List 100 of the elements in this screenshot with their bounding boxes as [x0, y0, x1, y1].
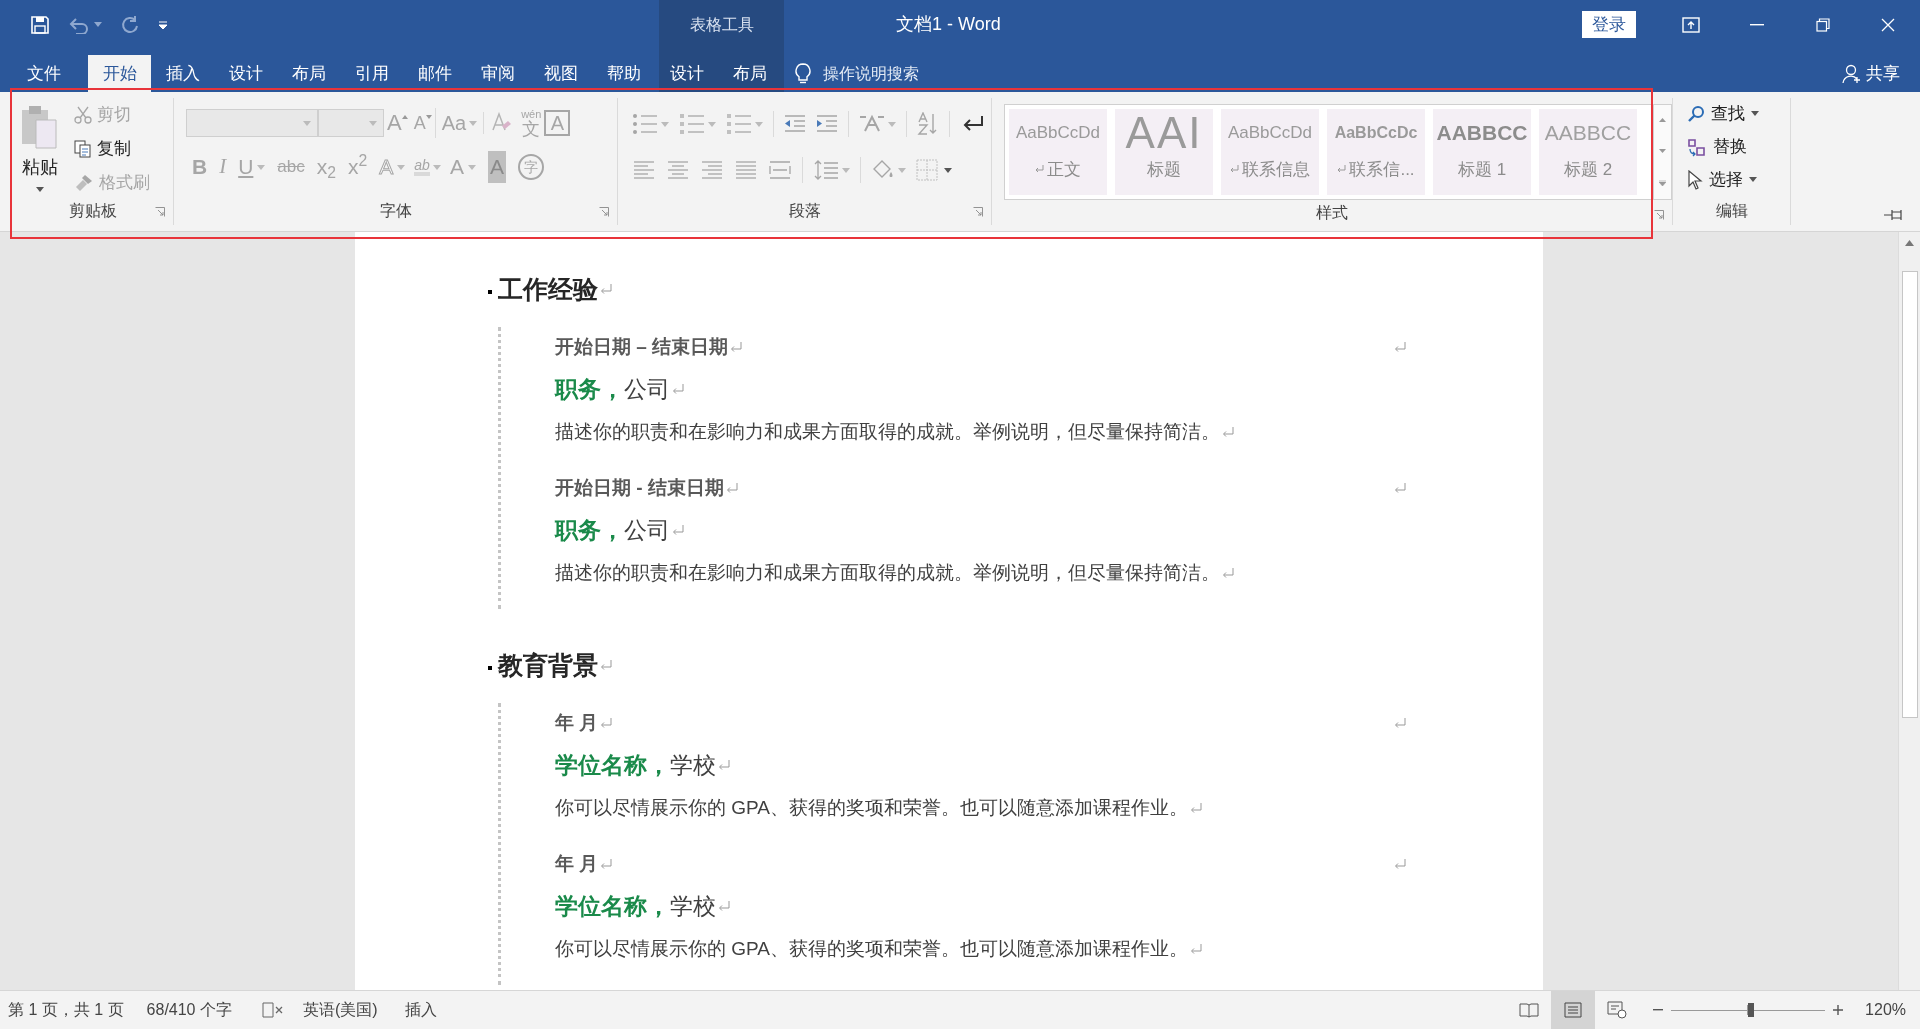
scrollbar-thumb[interactable] [1901, 271, 1918, 718]
keep-with-next-mark-icon [488, 666, 492, 670]
caret-icon [708, 121, 716, 127]
increase-indent-icon[interactable] [816, 114, 838, 134]
scroll-down-icon[interactable] [1659, 149, 1666, 153]
scroll-up-icon[interactable] [1659, 118, 1666, 123]
caret-icon [303, 120, 311, 126]
caret-icon [94, 22, 102, 27]
decrease-indent-icon[interactable] [784, 114, 806, 134]
line-spacing-icon[interactable] [813, 159, 839, 181]
clipboard-command[interactable]: 复制 [74, 136, 150, 162]
entry-title: 学位名称，学校 [555, 892, 716, 922]
ribbon-tab[interactable]: 审阅 [466, 55, 529, 92]
style-name: 联系信息 [1242, 159, 1310, 181]
view-button[interactable] [1551, 991, 1596, 1029]
bullets-icon[interactable] [632, 113, 658, 135]
zoom-in-icon[interactable] [1833, 1005, 1844, 1015]
cursor-icon [1687, 169, 1703, 190]
style-name: 标题 2 [1563, 159, 1613, 181]
contextual-tab-label: 表格工具 [689, 14, 754, 35]
caret-icon [842, 167, 850, 173]
customize-toolbar-icon[interactable] [158, 19, 168, 30]
scissors-icon [74, 106, 92, 124]
ribbon-tab[interactable]: 布局 [718, 55, 781, 92]
dialog-launcher-icon[interactable] [155, 207, 165, 217]
style-preview: AaBbCcDd [1227, 122, 1313, 145]
redo-icon[interactable] [120, 14, 140, 35]
entry-description: 你可以尽情展示你的 GPA、获得的奖项和荣誉。也可以随意添加课程作业。 [555, 937, 1188, 962]
dialog-launcher-icon[interactable] [973, 207, 983, 217]
style-name: 联系信... [1349, 159, 1415, 181]
save-icon[interactable] [30, 14, 50, 35]
more-styles-icon[interactable] [1659, 179, 1666, 186]
ribbon-tab[interactable]: 开始 [88, 55, 151, 92]
caret-icon [944, 167, 952, 173]
justify-icon[interactable] [734, 159, 758, 181]
insert-mode-indicator[interactable]: 插入 [404, 998, 437, 1022]
paragraph-mark-icon [1222, 568, 1234, 579]
scroll-up-icon[interactable] [1905, 240, 1914, 246]
editing-command[interactable]: 查找 [1687, 100, 1790, 127]
ribbon-tab[interactable]: 帮助 [592, 55, 655, 92]
proofing-icon[interactable] [261, 1002, 284, 1018]
paragraph-mark-icon [600, 659, 612, 671]
align-left-icon[interactable] [632, 159, 656, 181]
ribbon-tab[interactable]: 引用 [340, 55, 403, 92]
zoom-slider-thumb[interactable] [1748, 1003, 1755, 1017]
paragraph-mark-icon [1190, 803, 1202, 814]
center-icon[interactable] [666, 159, 690, 181]
sort-icon[interactable] [917, 112, 939, 136]
caret-icon [36, 187, 44, 192]
entry-description: 描述你的职责和在影响力和成果方面取得的成就。举例说明，但尽量保持简洁。 [555, 561, 1220, 586]
restore-icon [1816, 17, 1830, 32]
style-name: 标题 [1147, 159, 1181, 181]
dialog-launcher-icon[interactable] [599, 207, 609, 217]
caret-icon [755, 121, 763, 127]
end-of-cell-mark-icon [1394, 859, 1406, 870]
group-label: 样式 [1316, 202, 1348, 223]
align-right-icon[interactable] [700, 159, 724, 181]
ribbon-tab[interactable]: 视图 [529, 55, 592, 92]
multilevel-list-icon[interactable] [726, 113, 752, 135]
copy-icon [74, 140, 92, 158]
ribbon-tab[interactable]: 邮件 [403, 55, 466, 92]
editing-command[interactable]: 选择 [1687, 166, 1790, 193]
paragraph-mark-icon [718, 901, 730, 912]
caret-icon [898, 167, 906, 173]
paragraph-mark-icon [672, 384, 684, 395]
borders-icon[interactable] [916, 159, 938, 181]
paragraph-mark-icon [672, 525, 684, 536]
ribbon-tab[interactable]: 布局 [277, 55, 340, 92]
clipboard-icon [20, 104, 60, 150]
ribbon-tab[interactable]: 文件 [12, 55, 75, 92]
sign-in-button[interactable]: 登录 [1582, 11, 1636, 38]
pin-ribbon-icon[interactable] [1884, 209, 1904, 221]
ribbon-tab[interactable]: 插入 [151, 55, 214, 92]
tell-me-search[interactable]: 操作说明搜索 [823, 61, 919, 86]
window-title: 文档1 - Word [896, 14, 1001, 34]
paragraph-mark-icon [1222, 427, 1234, 438]
style-name: 正文 [1047, 159, 1081, 181]
group-label: 段落 [788, 201, 821, 221]
entry-date: 年 月 [555, 711, 599, 736]
book-icon [1519, 1002, 1540, 1018]
page-count[interactable]: 第 1 页，共 1 页 [8, 998, 124, 1022]
group-label: 编辑 [1715, 201, 1748, 221]
paragraph-mark-icon [718, 760, 730, 771]
paste-button[interactable]: 粘贴 [12, 100, 68, 197]
ribbon-tab[interactable]: 设计 [655, 55, 718, 92]
page-icon [1564, 1002, 1583, 1018]
ribbon-tab[interactable]: 设计 [214, 55, 277, 92]
zoom-level[interactable]: 120% [1865, 998, 1906, 1022]
zoom-slider[interactable] [1671, 1003, 1826, 1017]
share-button[interactable]: 共享 [1842, 55, 1900, 92]
distributed-icon[interactable] [768, 159, 792, 181]
word-count[interactable]: 68/410 个字 [146, 998, 232, 1022]
dialog-launcher-icon[interactable] [1654, 210, 1664, 220]
undo-icon[interactable] [68, 15, 90, 34]
paragraph-mark-icon [730, 342, 743, 353]
numbering-icon[interactable] [679, 113, 705, 135]
entry-title: 职务，公司 [555, 375, 670, 405]
entry-title: 学位名称，学校 [555, 751, 716, 781]
editing-command[interactable]: 替换 [1687, 133, 1790, 160]
language-indicator[interactable]: 英语(美国) [302, 998, 378, 1022]
